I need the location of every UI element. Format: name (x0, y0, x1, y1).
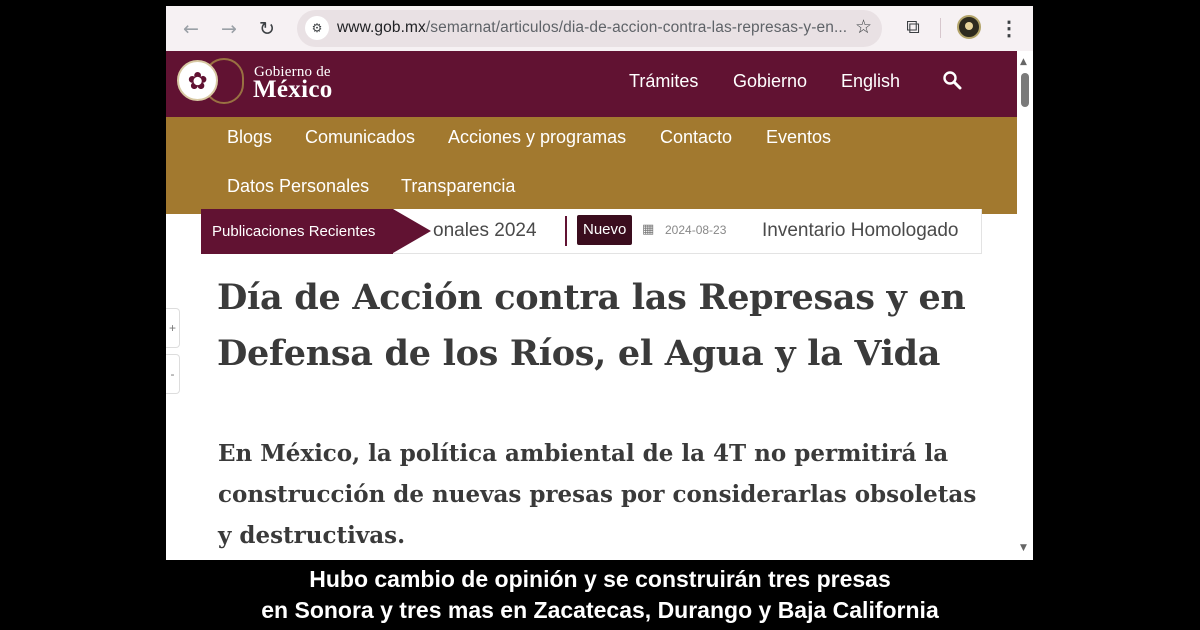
arrow-left-icon[interactable]: ← (176, 14, 206, 44)
nav-english[interactable]: English (841, 71, 900, 92)
menu-item-contacto[interactable]: Contacto (660, 127, 732, 148)
puzzle-icon[interactable]: ⧉ (901, 15, 925, 39)
search-icon[interactable] (942, 70, 962, 95)
tune-icon[interactable]: ⚙ (305, 16, 329, 40)
ticker-label-arrow (393, 209, 431, 253)
url-text[interactable]: www.gob.mx/semarnat/articulos/dia-de-acc… (337, 19, 847, 37)
scroll-up-icon[interactable]: ▲ (1020, 57, 1027, 67)
scroll-down-icon[interactable]: ▼ (1020, 543, 1027, 553)
logo-text-bottom[interactable]: México (253, 76, 333, 104)
vertical-scrollbar[interactable]: ▲ ▼ (1017, 51, 1033, 560)
menu-item-acciones-programas[interactable]: Acciones y programas (448, 127, 626, 148)
url-path: /semarnat/articulos/dia-de-accion-contra… (425, 19, 848, 36)
calendar-icon: ▦ (642, 222, 655, 237)
browser-toolbar: ← → ↻ ⚙ www.gob.mx/semarnat/articulos/di… (166, 6, 1033, 51)
ticker-next-item[interactable]: Inventario Homologado (762, 220, 958, 242)
zoom-out-button[interactable]: - (166, 354, 180, 394)
menu-item-eventos[interactable]: Eventos (766, 127, 831, 148)
new-badge: Nuevo (577, 215, 633, 245)
menu-item-datos-personales[interactable]: Datos Personales (227, 176, 369, 197)
arrow-right-icon[interactable]: → (214, 14, 244, 44)
nav-tramites[interactable]: Trámites (629, 71, 698, 92)
url-host: www.gob.mx (337, 19, 426, 36)
search-icon-graphic (943, 71, 962, 90)
caption-line-1: Hubo cambio de opinión y se construirán … (309, 566, 891, 592)
ticker-previous-item[interactable]: onales 2024 (433, 220, 537, 242)
ticker-date: 2024-08-23 (665, 223, 727, 237)
article-lead: En México, la política ambiental de la 4… (218, 440, 977, 549)
kebab-menu-icon[interactable]: ⋮ (999, 15, 1019, 41)
address-bar[interactable]: ⚙ www.gob.mx/semarnat/articulos/dia-de-a… (297, 10, 882, 47)
browser-window: ← → ↻ ⚙ www.gob.mx/semarnat/articulos/di… (166, 6, 1033, 560)
reload-icon[interactable]: ↻ (252, 14, 282, 44)
vitruvian-seal-icon[interactable]: ✿ (177, 60, 218, 101)
profile-avatar[interactable] (957, 15, 981, 39)
menu-item-transparencia[interactable]: Transparencia (401, 176, 515, 197)
recent-publications-ticker: onales 2024 Nuevo ▦ 2024-08-23 Inventari… (201, 209, 982, 254)
ticker-label: Publicaciones Recientes (201, 209, 393, 254)
ticker-divider (565, 216, 567, 246)
article-title: Día de Acción contra las Represas y en D… (217, 277, 966, 374)
star-icon[interactable]: ☆ (855, 16, 872, 38)
scroll-thumb[interactable] (1021, 73, 1029, 107)
overlay-caption: Hubo cambio de opinión y se construirán … (0, 564, 1200, 626)
zoom-in-button[interactable]: + (166, 308, 180, 348)
menu-item-comunicados[interactable]: Comunicados (305, 127, 415, 148)
site-header: ✿ Gobierno de México Trámites Gobierno E… (166, 51, 1017, 117)
menu-item-blogs[interactable]: Blogs (227, 127, 272, 148)
caption-line-2: en Sonora y tres mas en Zacatecas, Duran… (261, 597, 939, 623)
section-menu: Blogs Comunicados Acciones y programas C… (166, 117, 1017, 214)
toolbar-divider (940, 18, 941, 38)
nav-gobierno[interactable]: Gobierno (733, 71, 807, 92)
